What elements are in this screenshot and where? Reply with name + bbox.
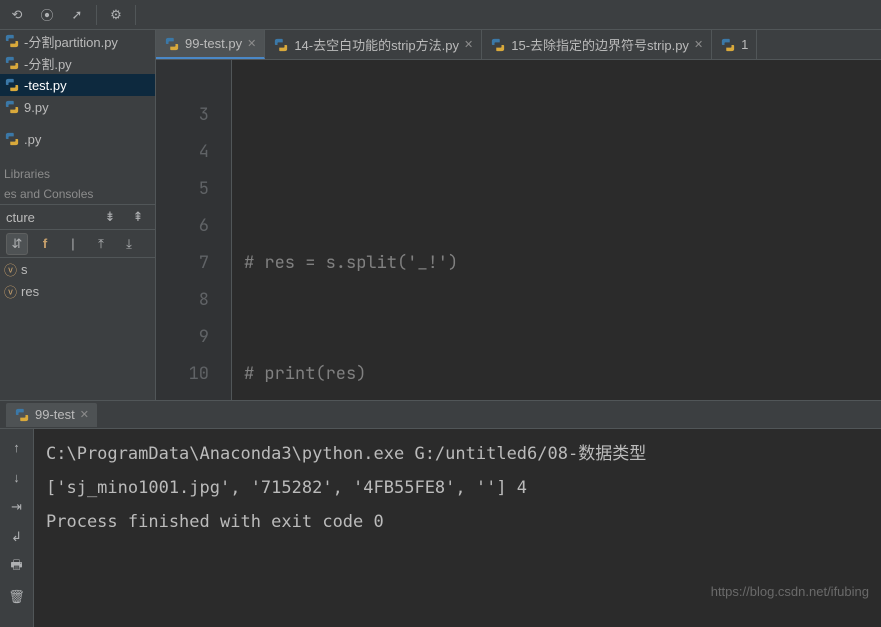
trash-icon[interactable]: 🗑 [7, 587, 27, 607]
struct-label: s [21, 262, 28, 277]
structure-item[interactable]: ⓥ s [0, 258, 155, 280]
file-label: -分割.py [24, 54, 72, 73]
python-file-icon [4, 77, 20, 93]
python-file-icon [164, 36, 180, 52]
fields-filter-icon[interactable]: f [34, 233, 56, 255]
code-body[interactable]: # res = s.split('_!') # print(res) s = "… [232, 60, 652, 400]
struct-label: res [21, 284, 39, 299]
sync-icon[interactable]: ⟲ [6, 4, 28, 26]
main-toolbar: ⟲ ⦿ ➚ ⚙ [0, 0, 881, 30]
separator-icon: | [62, 233, 84, 255]
file-node[interactable]: .py [0, 128, 155, 150]
project-sidebar: -分割partition.py -分割.py -test.py 9.py .py… [0, 30, 156, 400]
tab-label: 99-test.py [185, 36, 242, 51]
autoscroll2-icon[interactable]: ⤓ [118, 233, 140, 255]
file-node[interactable]: -分割.py [0, 52, 155, 74]
export-icon[interactable]: ⇥ [7, 497, 27, 517]
divider [135, 5, 136, 25]
tab[interactable]: 1 [712, 30, 757, 59]
structure-item[interactable]: ⓥ res [0, 280, 155, 302]
file-node[interactable]: -分割partition.py [0, 30, 155, 52]
sort-icon[interactable]: ⇵ [6, 233, 28, 255]
console-header: 99-test ✕ [0, 401, 881, 429]
file-label: 9.py [24, 100, 49, 115]
editor-tabs: 99-test.py ✕ 14-去空白功能的strip方法.py ✕ 15-去除… [156, 30, 881, 60]
divider [96, 5, 97, 25]
structure-header: cture ⇟ ⇞ [0, 204, 155, 230]
variable-icon: ⓥ [4, 282, 17, 301]
up-arrow-icon[interactable]: ↑ [7, 437, 27, 457]
tab-label: 14-去空白功能的strip方法.py [294, 35, 459, 54]
autoscroll-icon[interactable]: ⤒ [90, 233, 112, 255]
file-node-selected[interactable]: -test.py [0, 74, 155, 96]
tab-label: 1 [741, 37, 748, 52]
expand-icon[interactable]: ⇞ [127, 206, 149, 228]
close-icon[interactable]: ✕ [80, 408, 89, 421]
wrap-icon[interactable]: ↲ [7, 527, 27, 547]
main-area: -分割partition.py -分割.py -test.py 9.py .py… [0, 30, 881, 400]
down-arrow-icon[interactable]: ↓ [7, 467, 27, 487]
line-gutter: 3 4 5 6 7 8 9 10 11 [156, 60, 232, 400]
consoles-section[interactable]: es and Consoles [0, 184, 155, 204]
python-file-icon [4, 131, 20, 147]
python-file-icon [4, 99, 20, 115]
close-icon[interactable]: ✕ [694, 38, 703, 51]
gear-icon[interactable]: ⚙ [105, 4, 127, 26]
structure-label: cture [6, 210, 35, 225]
python-file-icon [4, 33, 20, 49]
print-icon[interactable]: 🖶 [7, 557, 27, 577]
python-file-icon [720, 37, 736, 53]
file-node[interactable]: 9.py [0, 96, 155, 118]
arrow-icon[interactable]: ➚ [66, 4, 88, 26]
python-file-icon [14, 407, 30, 423]
file-label: .py [24, 132, 41, 147]
target-icon[interactable]: ⦿ [36, 4, 58, 26]
console-tab[interactable]: 99-test ✕ [6, 403, 97, 427]
close-icon[interactable]: ✕ [464, 38, 473, 51]
python-file-icon [273, 37, 289, 53]
variable-icon: ⓥ [4, 260, 17, 279]
console-side-toolbar: ↑ ↓ ⇥ ↲ 🖶 🗑 [0, 429, 34, 627]
editor-area: 99-test.py ✕ 14-去空白功能的strip方法.py ✕ 15-去除… [156, 30, 881, 400]
collapse-icon[interactable]: ⇟ [99, 206, 121, 228]
tab[interactable]: 14-去空白功能的strip方法.py ✕ [265, 30, 482, 59]
watermark: https://blog.csdn.net/ifubing [711, 584, 869, 599]
python-file-icon [490, 37, 506, 53]
code-editor[interactable]: 3 4 5 6 7 8 9 10 11 # res = s.split('_!'… [156, 60, 881, 400]
tab[interactable]: 15-去除指定的边界符号strip.py ✕ [482, 30, 712, 59]
close-icon[interactable]: ✕ [247, 37, 256, 50]
python-file-icon [4, 55, 20, 71]
structure-toolbar: ⇵ f | ⤒ ⤓ [0, 230, 155, 258]
file-label: -分割partition.py [24, 32, 118, 51]
console-tab-label: 99-test [35, 407, 75, 422]
tab-label: 15-去除指定的边界符号strip.py [511, 35, 689, 54]
file-label: -test.py [24, 78, 67, 93]
libraries-section[interactable]: Libraries [0, 164, 155, 184]
tab-active[interactable]: 99-test.py ✕ [156, 30, 265, 59]
